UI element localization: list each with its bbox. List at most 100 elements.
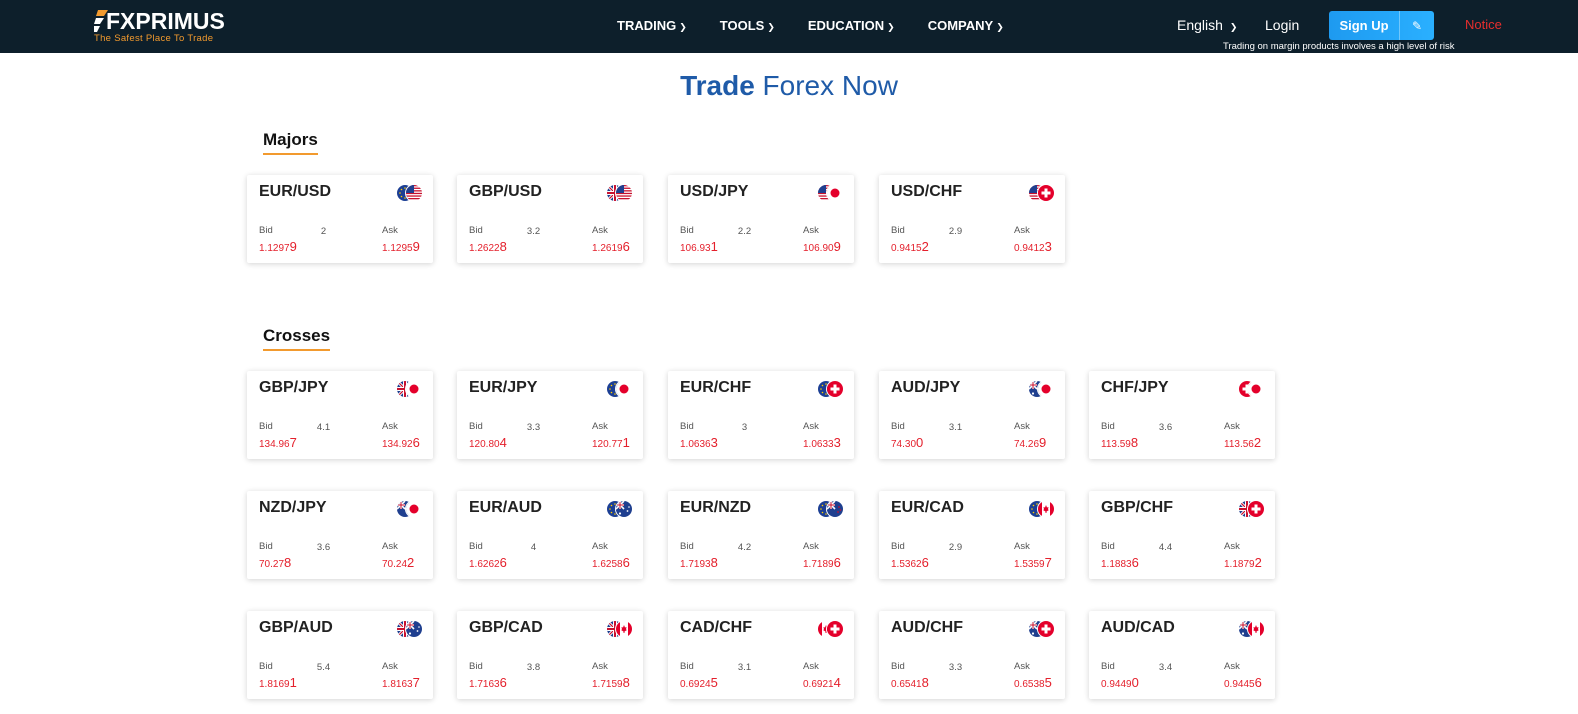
bid-price[interactable]: 1.06363 xyxy=(680,435,718,450)
quote-card-eur-usd[interactable]: EUR/USD Bid 2 Ask 1.12979 1.12959 xyxy=(247,175,433,263)
bid-price[interactable]: 74.300 xyxy=(891,435,923,450)
bid-price[interactable]: 113.598 xyxy=(1101,435,1138,450)
ask-label: Ask xyxy=(1014,661,1030,672)
bid-price[interactable]: 1.62626 xyxy=(469,555,507,570)
ask-label: Ask xyxy=(382,421,398,432)
quote-card-aud-chf[interactable]: AUD/CHF Bid 3.3 Ask 0.65418 0.65385 xyxy=(879,611,1065,699)
pair-name: GBP/CHF xyxy=(1101,499,1173,516)
currency-flags-icon xyxy=(397,620,423,638)
ask-price[interactable]: 1.81637 xyxy=(382,675,420,690)
ask-price[interactable]: 1.26196 xyxy=(592,239,630,254)
ch-flag-icon xyxy=(1248,501,1264,517)
quote-card-gbp-chf[interactable]: GBP/CHF Bid 4.4 Ask 1.18836 1.18792 xyxy=(1089,491,1275,579)
ask-price[interactable]: 1.71598 xyxy=(592,675,630,690)
ask-price[interactable]: 1.12959 xyxy=(382,239,420,254)
ask-price[interactable]: 1.71896 xyxy=(803,555,841,570)
bid-price[interactable]: 70.278 xyxy=(259,555,291,570)
nz-flag-icon xyxy=(827,501,843,517)
page-title: Trade Forex Now xyxy=(0,70,1578,102)
ask-price[interactable]: 0.65385 xyxy=(1014,675,1052,690)
quote-card-gbp-aud[interactable]: GBP/AUD Bid 5.4 Ask 1.81691 1.81637 xyxy=(247,611,433,699)
pair-name: GBP/USD xyxy=(469,183,542,200)
quote-card-eur-chf[interactable]: EUR/CHF Bid 3 Ask 1.06363 1.06333 xyxy=(668,371,854,459)
bid-price[interactable]: 1.26228 xyxy=(469,239,507,254)
spread-value: 3.6 xyxy=(1158,422,1173,433)
spread-value: 4 xyxy=(530,542,537,553)
nav-item-company[interactable]: COMPANY ❯ xyxy=(928,18,1004,33)
signup-button[interactable]: Sign Up ✎ xyxy=(1329,11,1434,40)
bid-price[interactable]: 1.18836 xyxy=(1101,555,1139,570)
quote-card-nzd-jpy[interactable]: NZD/JPY Bid 3.6 Ask 70.278 70.242 xyxy=(247,491,433,579)
quote-card-gbp-usd[interactable]: GBP/USD Bid 3.2 Ask 1.26228 1.26196 xyxy=(457,175,643,263)
ch-flag-icon xyxy=(1038,621,1054,637)
pair-name: GBP/JPY xyxy=(259,379,329,396)
spread-value: 4.2 xyxy=(737,542,752,553)
ask-price[interactable]: 0.94123 xyxy=(1014,239,1052,254)
nav-item-tools[interactable]: TOOLS ❯ xyxy=(720,18,775,33)
jp-flag-icon xyxy=(406,381,422,397)
bid-price[interactable]: 0.65418 xyxy=(891,675,929,690)
bid-price[interactable]: 1.12979 xyxy=(259,239,297,254)
ask-price[interactable]: 70.242 xyxy=(382,555,414,570)
bid-label: Bid xyxy=(469,661,483,672)
jp-flag-icon xyxy=(406,501,422,517)
currency-flags-icon xyxy=(818,184,844,202)
quote-card-usd-chf[interactable]: USD/CHF Bid 2.9 Ask 0.94152 0.94123 xyxy=(879,175,1065,263)
bid-price[interactable]: 1.71938 xyxy=(680,555,718,570)
ask-label: Ask xyxy=(1014,421,1030,432)
bid-label: Bid xyxy=(891,225,905,236)
language-selector[interactable]: English ❯ xyxy=(1177,17,1237,33)
nav-item-trading[interactable]: TRADING ❯ xyxy=(617,18,687,33)
bid-price[interactable]: 1.81691 xyxy=(259,675,297,690)
ask-price[interactable]: 134.926 xyxy=(382,435,420,450)
bid-price[interactable]: 1.71636 xyxy=(469,675,507,690)
chevron-down-icon: ❯ xyxy=(887,22,895,32)
ask-price[interactable]: 106.909 xyxy=(803,239,841,254)
ask-price[interactable]: 113.562 xyxy=(1224,435,1261,450)
ask-price[interactable]: 1.06333 xyxy=(803,435,841,450)
ask-price[interactable]: 120.771 xyxy=(592,435,630,450)
pair-name: EUR/AUD xyxy=(469,499,542,516)
pair-name: USD/CHF xyxy=(891,183,963,200)
quote-card-eur-jpy[interactable]: EUR/JPY Bid 3.3 Ask 120.804 120.771 xyxy=(457,371,643,459)
ask-price[interactable]: 1.18792 xyxy=(1224,555,1262,570)
ask-price[interactable]: 0.69214 xyxy=(803,675,841,690)
bid-price[interactable]: 0.94152 xyxy=(891,239,929,254)
quote-card-usd-jpy[interactable]: USD/JPY Bid 2.2 Ask 106.931 106.909 xyxy=(668,175,854,263)
chevron-down-icon: ❯ xyxy=(679,22,687,32)
quote-card-eur-cad[interactable]: EUR/CAD Bid 2.9 Ask 1.53626 1.53597 xyxy=(879,491,1065,579)
quote-card-aud-cad[interactable]: AUD/CAD Bid 3.4 Ask 0.94490 0.94456 xyxy=(1089,611,1275,699)
ca-flag-icon xyxy=(1038,501,1054,517)
pair-name: AUD/JPY xyxy=(891,379,961,396)
nav-item-education[interactable]: EDUCATION ❯ xyxy=(808,18,895,33)
currency-flags-icon xyxy=(818,500,844,518)
notice-link[interactable]: Notice xyxy=(1465,17,1502,32)
bid-price[interactable]: 1.53626 xyxy=(891,555,929,570)
quote-card-aud-jpy[interactable]: AUD/JPY Bid 3.1 Ask 74.300 74.269 xyxy=(879,371,1065,459)
ask-price[interactable]: 1.53597 xyxy=(1014,555,1052,570)
bid-price[interactable]: 106.931 xyxy=(680,239,718,254)
bid-price[interactable]: 120.804 xyxy=(469,435,507,450)
quote-card-eur-aud[interactable]: EUR/AUD Bid 4 Ask 1.62626 1.62586 xyxy=(457,491,643,579)
us-flag-icon xyxy=(616,185,632,201)
bid-label: Bid xyxy=(680,225,694,236)
quote-card-eur-nzd[interactable]: EUR/NZD Bid 4.2 Ask 1.71938 1.71896 xyxy=(668,491,854,579)
quote-card-gbp-jpy[interactable]: GBP/JPY Bid 4.1 Ask 134.967 134.926 xyxy=(247,371,433,459)
quote-card-cad-chf[interactable]: CAD/CHF Bid 3.1 Ask 0.69245 0.69214 xyxy=(668,611,854,699)
spread-value: 3.6 xyxy=(316,542,331,553)
ask-price[interactable]: 1.62586 xyxy=(592,555,630,570)
quote-card-gbp-cad[interactable]: GBP/CAD Bid 3.8 Ask 1.71636 1.71598 xyxy=(457,611,643,699)
spread-value: 3 xyxy=(741,422,748,433)
ask-price[interactable]: 74.269 xyxy=(1014,435,1046,450)
bid-price[interactable]: 0.69245 xyxy=(680,675,718,690)
bid-price[interactable]: 134.967 xyxy=(259,435,297,450)
pair-name: CHF/JPY xyxy=(1101,379,1169,396)
pair-name: NZD/JPY xyxy=(259,499,327,516)
login-link[interactable]: Login xyxy=(1265,17,1299,33)
bid-price[interactable]: 0.94490 xyxy=(1101,675,1139,690)
ask-price[interactable]: 0.94456 xyxy=(1224,675,1262,690)
bid-label: Bid xyxy=(1101,541,1115,552)
chevron-down-icon: ❯ xyxy=(1229,22,1238,32)
quote-card-chf-jpy[interactable]: CHF/JPY Bid 3.6 Ask 113.598 113.562 xyxy=(1089,371,1275,459)
section-title-majors: Majors xyxy=(263,130,318,155)
